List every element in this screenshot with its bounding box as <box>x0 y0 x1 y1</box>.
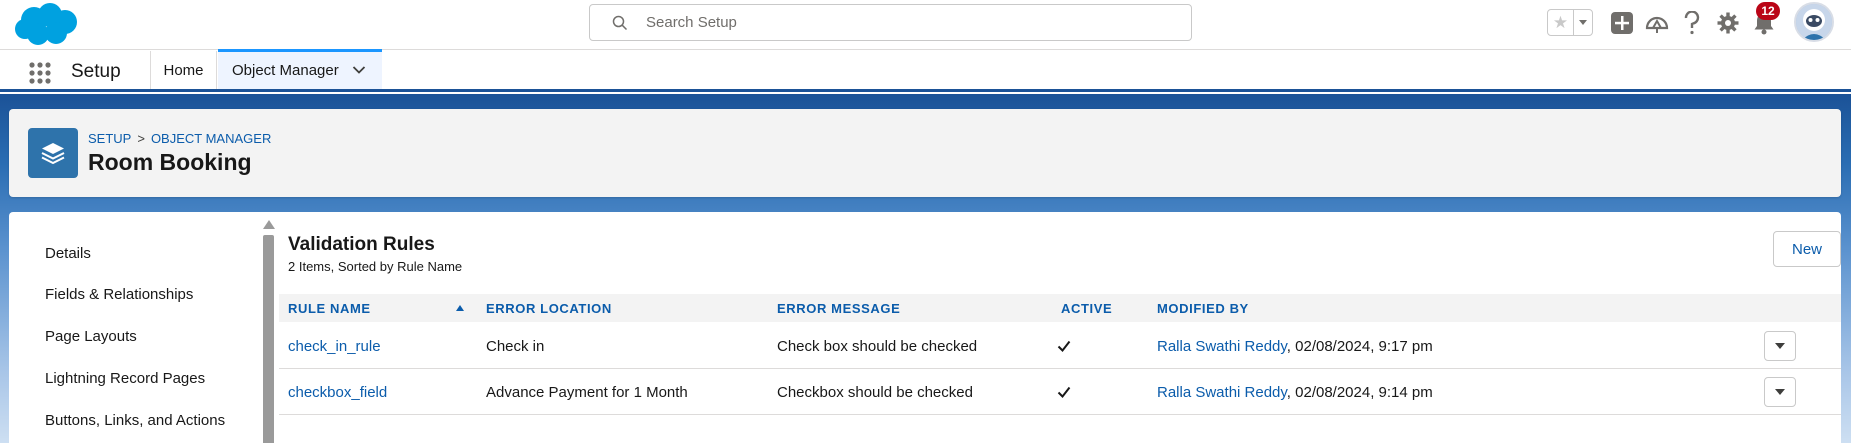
error-message: Checkbox should be checked <box>777 384 973 401</box>
table-row: checkbox_field Advance Payment for 1 Mon… <box>279 369 1841 415</box>
main-panel: Details Fields & Relationships Page Layo… <box>9 212 1841 443</box>
modified-by: Ralla Swathi Reddy, 02/08/2024, 9:14 pm <box>1157 384 1433 401</box>
table-row: check_in_rule Check in Check box should … <box>279 323 1841 369</box>
notification-count-badge: 12 <box>1756 2 1780 20</box>
global-header: ★ <box>0 0 1851 50</box>
error-message: Check box should be checked <box>777 338 978 355</box>
check-icon <box>1057 386 1071 399</box>
object-header: SETUP > OBJECT MANAGER Room Booking <box>9 109 1841 197</box>
sidebar: Details Fields & Relationships Page Layo… <box>9 212 259 443</box>
column-header-rule-name[interactable]: RULE NAME <box>288 301 371 316</box>
astro-avatar-icon <box>1796 4 1832 40</box>
table-header: RULE NAME ERROR LOCATION ERROR MESSAGE A… <box>279 294 1841 322</box>
chevron-down-icon <box>1775 343 1785 349</box>
validation-rules-content: Validation Rules 2 Items, Sorted by Rule… <box>279 212 1841 443</box>
error-location: Check in <box>486 338 545 355</box>
modified-by: Ralla Swathi Reddy, 02/08/2024, 9:17 pm <box>1157 338 1433 355</box>
chevron-down-icon <box>1775 389 1785 395</box>
sidebar-scrollbar[interactable] <box>263 220 275 443</box>
modified-date: , 02/08/2024, 9:14 pm <box>1286 384 1433 401</box>
section-title: Validation Rules <box>288 234 435 255</box>
app-launcher-icon[interactable] <box>28 61 52 85</box>
sidebar-item-details[interactable]: Details <box>45 245 91 262</box>
context-bar: Setup Home Object Manager <box>0 49 1851 92</box>
modified-by-user-link[interactable]: Ralla Swathi Reddy <box>1157 384 1287 401</box>
column-header-active[interactable]: ACTIVE <box>1061 301 1112 316</box>
search-box[interactable] <box>589 4 1192 41</box>
help-button[interactable] <box>1677 8 1707 38</box>
global-actions-button[interactable] <box>1607 8 1637 38</box>
sort-ascending-icon[interactable] <box>456 305 464 311</box>
sidebar-item-page-layouts[interactable]: Page Layouts <box>45 328 137 345</box>
breadcrumb-object-manager[interactable]: OBJECT MANAGER <box>151 131 271 146</box>
tab-object-manager-label: Object Manager <box>232 62 339 79</box>
tab-object-manager[interactable]: Object Manager <box>218 49 382 89</box>
layers-icon <box>41 143 65 165</box>
section-subtitle: 2 Items, Sorted by Rule Name <box>288 259 463 274</box>
breadcrumb: SETUP > OBJECT MANAGER <box>88 131 271 146</box>
chevron-down-icon[interactable] <box>352 65 366 75</box>
new-button[interactable]: New <box>1773 231 1841 267</box>
setup-gear-button[interactable] <box>1713 8 1743 38</box>
gear-icon <box>1717 12 1739 34</box>
tab-home[interactable]: Home <box>151 51 217 89</box>
sidebar-item-fields-relationships[interactable]: Fields & Relationships <box>45 286 193 303</box>
check-icon <box>1057 340 1071 353</box>
app-name: Setup <box>71 61 121 82</box>
column-header-error-location[interactable]: ERROR LOCATION <box>486 301 612 316</box>
object-icon <box>28 128 78 178</box>
breadcrumb-separator: > <box>137 131 145 146</box>
column-header-error-message[interactable]: ERROR MESSAGE <box>777 301 900 316</box>
rule-name-link[interactable]: check_in_rule <box>288 338 381 355</box>
breadcrumb-setup[interactable]: SETUP <box>88 131 131 146</box>
search-input[interactable] <box>646 5 1166 40</box>
trailhead-guidance-button[interactable] <box>1642 8 1672 38</box>
search-icon <box>612 15 628 31</box>
scroll-thumb[interactable] <box>263 235 274 443</box>
scroll-up-arrow-icon[interactable] <box>263 220 275 229</box>
tab-home-label: Home <box>163 61 204 79</box>
row-actions-button[interactable] <box>1764 377 1796 407</box>
trailhead-icon <box>1645 16 1669 33</box>
column-header-modified-by[interactable]: MODIFIED BY <box>1157 301 1249 316</box>
modified-by-user-link[interactable]: Ralla Swathi Reddy <box>1157 338 1287 355</box>
help-icon <box>1684 11 1700 35</box>
sidebar-item-lightning-record-pages[interactable]: Lightning Record Pages <box>45 370 205 387</box>
favorites-dropdown[interactable] <box>1574 10 1592 35</box>
row-actions-button[interactable] <box>1764 331 1796 361</box>
favorites-star-icon[interactable]: ★ <box>1548 10 1574 35</box>
page-title: Room Booking <box>88 149 252 175</box>
sidebar-item-buttons-links-actions[interactable]: Buttons, Links, and Actions <box>45 412 225 429</box>
chevron-down-icon <box>1579 19 1587 25</box>
modified-date: , 02/08/2024, 9:17 pm <box>1286 338 1433 355</box>
salesforce-logo-icon[interactable] <box>12 2 80 48</box>
add-icon <box>1611 12 1633 34</box>
error-location: Advance Payment for 1 Month <box>486 384 688 401</box>
user-avatar[interactable] <box>1794 2 1834 42</box>
rule-name-link[interactable]: checkbox_field <box>288 384 387 401</box>
favorites-group: ★ <box>1547 9 1593 36</box>
